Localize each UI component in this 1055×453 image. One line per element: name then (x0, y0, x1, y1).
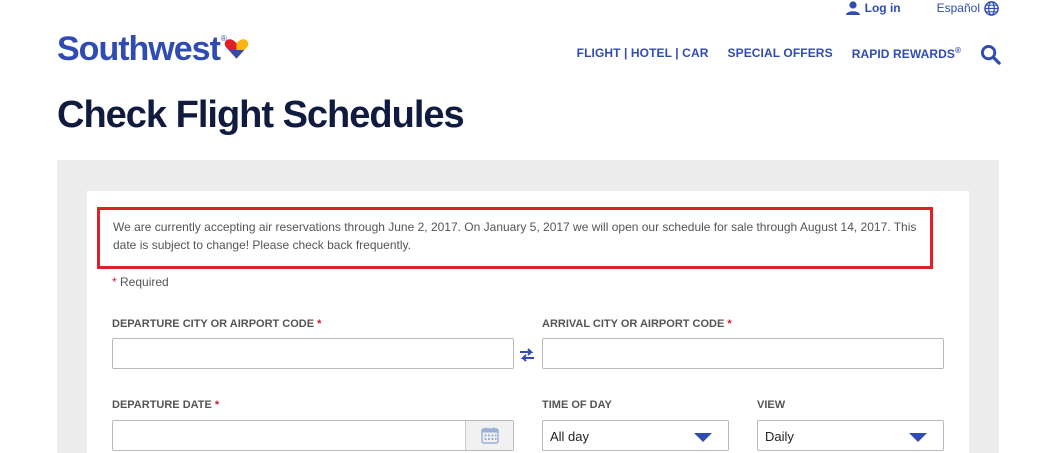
nav-flight-hotel-car[interactable]: FLIGHT | HOTEL | CAR (577, 46, 709, 61)
view-value: Daily (765, 429, 794, 444)
arrival-city-input[interactable] (542, 338, 944, 369)
chevron-down-icon (909, 433, 927, 442)
arrival-city-label: ARRIVAL CITY OR AIRPORT CODE * (542, 318, 732, 330)
user-icon (845, 1, 860, 15)
utility-bar: Log in Español (845, 0, 999, 16)
language-link[interactable]: Español (936, 0, 999, 16)
page-title: Check Flight Schedules (57, 94, 465, 136)
time-of-day-label: TIME OF DAY (542, 399, 612, 411)
nav-rapid-rewards[interactable]: RAPID REWARDS® (852, 46, 961, 61)
main-nav: FLIGHT | HOTEL | CAR SPECIAL OFFERS RAPI… (577, 46, 961, 61)
heart-logo-icon (224, 39, 249, 59)
schedule-notice: We are currently accepting air reservati… (97, 207, 933, 269)
rapid-rewards-registered-mark: ® (955, 46, 961, 55)
calendar-button[interactable] (465, 421, 513, 450)
arrival-city-label-text: ARRIVAL CITY OR AIRPORT CODE (542, 318, 725, 330)
arrival-city-star: * (727, 318, 732, 330)
globe-icon (984, 0, 999, 16)
login-label: Log in (864, 1, 901, 15)
departure-date-star: * (214, 399, 220, 411)
required-note: * Required (112, 275, 169, 289)
departure-date-input[interactable] (112, 420, 514, 451)
view-label: VIEW (757, 399, 786, 411)
departure-city-label-text: DEPARTURE CITY OR AIRPORT CODE (112, 318, 315, 330)
time-of-day-value: All day (550, 429, 590, 444)
departure-city-input[interactable] (112, 338, 514, 369)
schedule-panel: We are currently accepting air reservati… (57, 160, 999, 453)
calendar-icon (480, 427, 499, 444)
logo-text: Southwest (57, 30, 221, 68)
search-icon[interactable] (980, 44, 1001, 65)
required-label: Required (116, 275, 169, 289)
chevron-down-icon (694, 433, 712, 442)
time-of-day-select[interactable]: All day (542, 420, 729, 451)
nav-rapid-rewards-label: RAPID REWARDS (851, 47, 955, 61)
swap-arrows-icon[interactable] (519, 348, 535, 362)
departure-date-label: DEPARTURE DATE * (112, 399, 219, 411)
nav-special-offers[interactable]: SPECIAL OFFERS (727, 46, 832, 61)
login-link[interactable]: Log in (845, 1, 901, 15)
departure-city-label: DEPARTURE CITY OR AIRPORT CODE * (112, 318, 321, 330)
departure-city-star: * (317, 318, 322, 330)
view-select[interactable]: Daily (757, 420, 944, 451)
departure-date-label-text: DEPARTURE DATE (112, 399, 212, 411)
schedule-form-card: We are currently accepting air reservati… (87, 191, 969, 453)
southwest-logo[interactable]: Southwest ® (57, 30, 249, 69)
language-label: Español (936, 1, 980, 15)
